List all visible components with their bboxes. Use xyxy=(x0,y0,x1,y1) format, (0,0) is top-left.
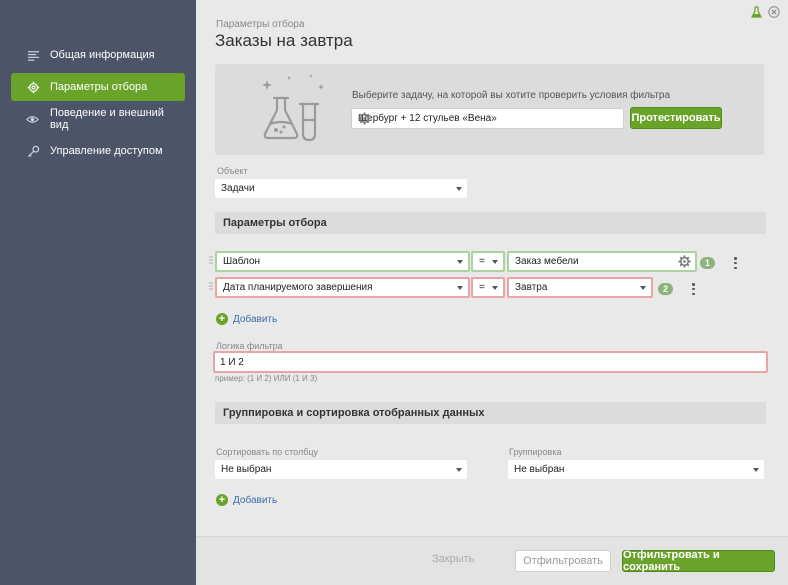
list-icon xyxy=(26,48,40,62)
filter-logic-value: 1 И 2 xyxy=(220,357,244,368)
close-icon[interactable] xyxy=(768,6,780,21)
filter-section-header: Параметры отбора xyxy=(215,212,766,234)
section-title: Группировка и сортировка отобранных данн… xyxy=(223,407,485,419)
plus-icon: + xyxy=(216,494,228,506)
sidebar-item-label: Поведение и внешний вид xyxy=(49,107,164,131)
grouping-section-header: Группировка и сортировка отобранных данн… xyxy=(215,402,766,424)
more-options-icon[interactable] xyxy=(692,283,695,295)
condition-1-operator[interactable]: = xyxy=(471,251,505,272)
page-title: Заказы на завтра xyxy=(215,31,353,50)
condition-1-field[interactable]: Шаблон xyxy=(215,251,470,272)
condition-2-field[interactable]: Дата планируемого завершения xyxy=(215,277,470,298)
test-hint: Выберите задачу, на которой вы хотите пр… xyxy=(352,90,671,101)
sidebar-item-general[interactable]: Общая информация xyxy=(11,41,185,69)
flask-small-icon[interactable] xyxy=(751,6,762,21)
plus-icon: + xyxy=(216,313,228,325)
chevron-down-icon xyxy=(492,260,498,264)
filter-save-button[interactable]: Отфильтровать и сохранить xyxy=(622,549,775,573)
chevron-down-icon xyxy=(640,286,646,290)
sidebar-item-label: Общая информация xyxy=(50,49,155,61)
flasks-illustration-icon xyxy=(262,74,324,142)
object-select[interactable]: Задачи xyxy=(215,179,467,198)
gear-icon xyxy=(26,80,40,94)
filter-button[interactable]: Отфильтровать xyxy=(515,550,611,572)
sort-label: Сортировать по столбцу xyxy=(216,447,319,457)
sidebar-item-filter-params[interactable]: Параметры отбора xyxy=(11,73,185,101)
gear-icon[interactable] xyxy=(358,112,619,128)
test-button[interactable]: Протестировать xyxy=(630,107,722,129)
logic-label: Логика фильтра xyxy=(216,341,283,351)
key-icon xyxy=(26,144,40,158)
test-task-input[interactable]: Шербург + 12 стульев «Вена» xyxy=(351,108,624,129)
condition-number-badge: 2 xyxy=(658,283,673,295)
condition-2-operator[interactable]: = xyxy=(471,277,505,298)
sidebar-item-label: Управление доступом xyxy=(50,145,163,157)
test-panel: Выберите задачу, на которой вы хотите пр… xyxy=(215,64,764,155)
condition-number-badge: 1 xyxy=(700,257,715,269)
chevron-down-icon xyxy=(457,286,463,290)
chevron-down-icon xyxy=(456,468,462,472)
chevron-down-icon xyxy=(492,286,498,290)
add-condition-button[interactable]: + Добавить xyxy=(216,313,277,325)
chevron-down-icon xyxy=(457,260,463,264)
sidebar-item-access[interactable]: Управление доступом xyxy=(11,137,185,165)
condition-2-value[interactable]: Завтра xyxy=(507,277,653,298)
object-label: Объект xyxy=(217,166,248,176)
footer: Закрыть Отфильтровать Отфильтровать и со… xyxy=(196,536,788,585)
close-button[interactable]: Закрыть xyxy=(432,553,474,565)
drag-handle-icon[interactable] xyxy=(209,256,213,266)
sidebar-item-label: Параметры отбора xyxy=(50,81,148,93)
chevron-down-icon xyxy=(456,187,462,191)
group-label: Группировка xyxy=(509,447,562,457)
group-select[interactable]: Не выбран xyxy=(508,460,764,479)
condition-1-value[interactable]: Заказ мебели xyxy=(507,251,697,272)
logic-example: пример: (1 И 2) ИЛИ (1 И 3) xyxy=(215,374,318,383)
drag-handle-icon[interactable] xyxy=(209,282,213,292)
sidebar-item-behavior[interactable]: Поведение и внешний вид xyxy=(11,105,185,133)
chevron-down-icon xyxy=(753,468,759,472)
object-value: Задачи xyxy=(221,183,255,194)
gear-icon[interactable] xyxy=(678,255,691,271)
page-subtitle: Параметры отбора xyxy=(216,19,305,30)
sort-select[interactable]: Не выбран xyxy=(215,460,467,479)
eye-icon xyxy=(26,112,40,126)
section-title: Параметры отбора xyxy=(223,217,327,229)
filter-logic-input[interactable]: 1 И 2 xyxy=(213,351,768,373)
add-sort-button[interactable]: + Добавить xyxy=(216,494,277,506)
more-options-icon[interactable] xyxy=(734,257,737,269)
main-panel: Параметры отбора Заказы на завтра Выбери… xyxy=(196,0,788,585)
sidebar: Общая информация Параметры отбора Поведе… xyxy=(0,0,196,585)
